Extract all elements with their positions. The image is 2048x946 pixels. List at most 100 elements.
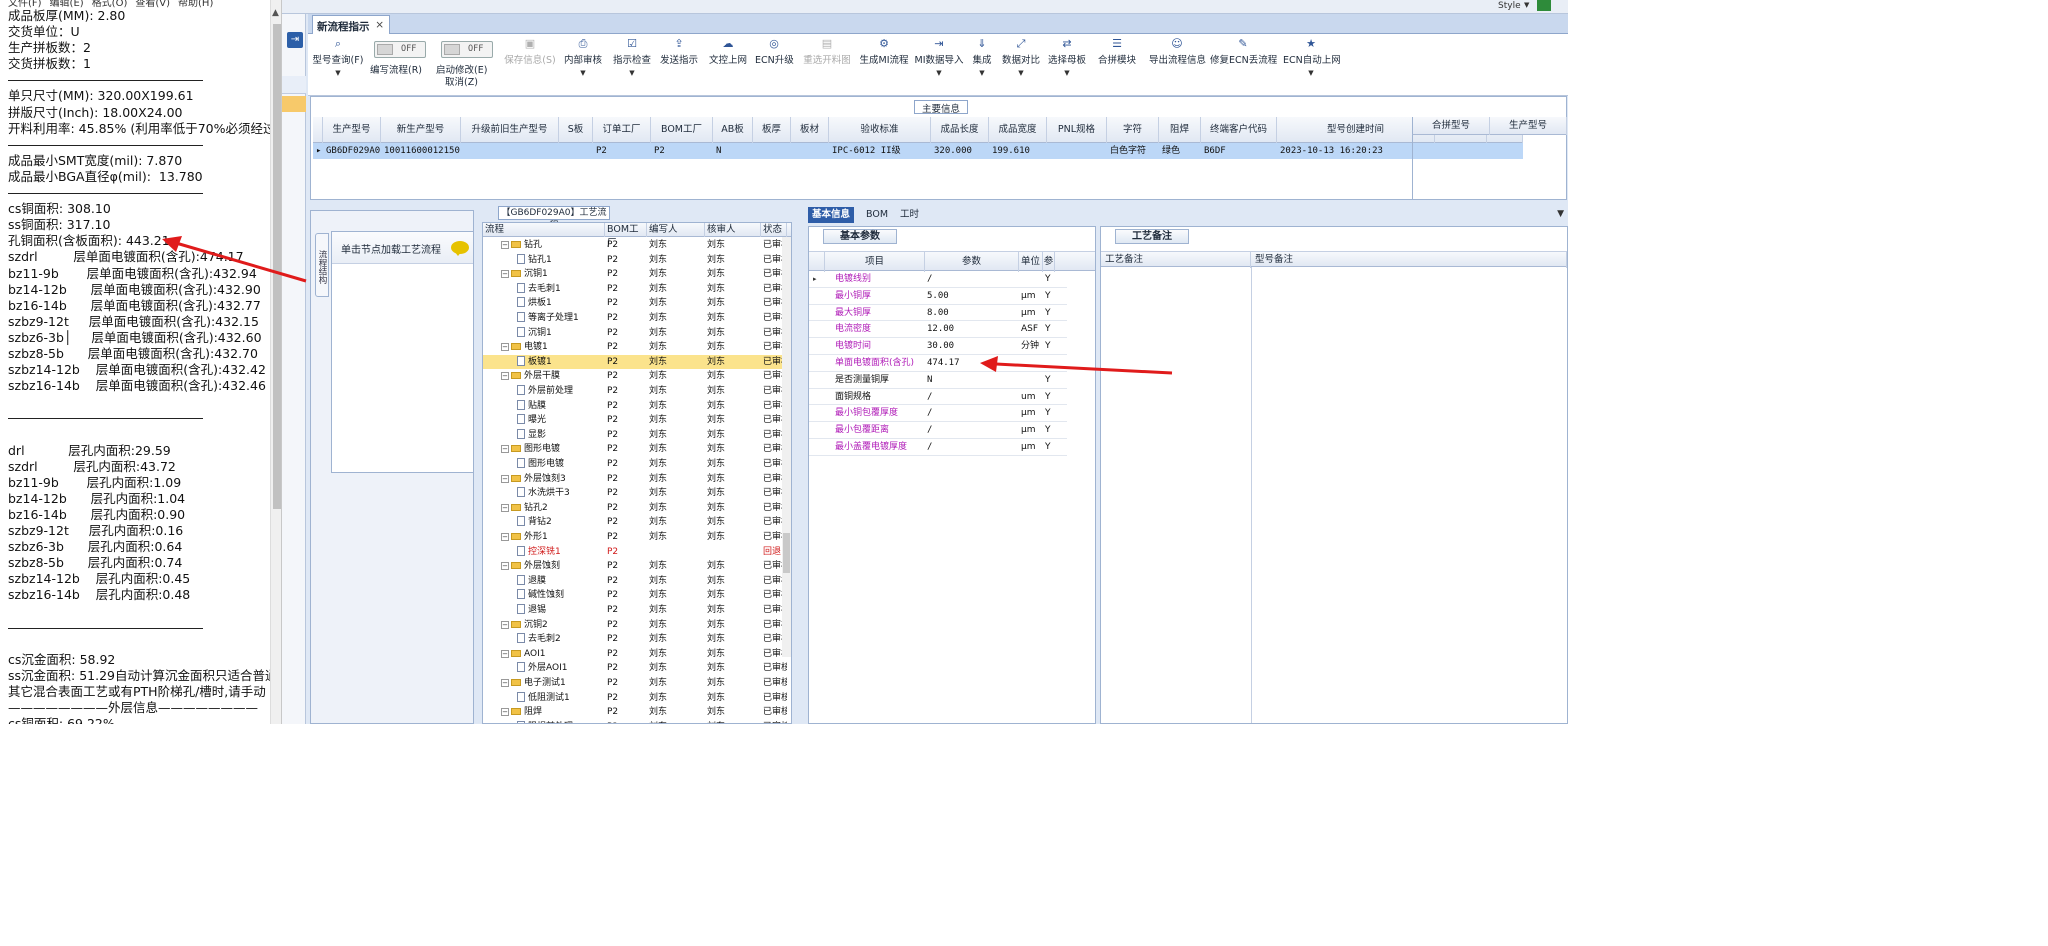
tree-row[interactable]: 碱性蚀刻P2刘东刘东已审核 [483,588,787,603]
tree-node[interactable]: 显影 [517,428,546,443]
tree-row[interactable]: −图形电镀P2刘东刘东已审核 [483,442,787,457]
column-header[interactable]: 字符 [1107,117,1159,143]
tree-row[interactable]: − 电子测试1 P2 刘东 刘东 已审核 [483,676,787,691]
param-row[interactable]: 最大铜厚 8.00 μm Y [809,305,1067,322]
table-cell[interactable]: 199.610 [989,143,1047,159]
column-header[interactable]: 成品宽度 [989,117,1047,143]
tree-row[interactable]: 去毛刺2P2刘东刘东已审核 [483,632,787,647]
scrollbar-thumb[interactable] [273,24,281,509]
param-row[interactable]: 是否测量铜厚 N Y [809,372,1067,389]
tree-row[interactable]: −外层干膜P2刘东刘东已审核 [483,369,787,384]
tree-node[interactable]: − 外层干膜 [501,369,560,384]
tree-node[interactable]: − 外层蚀刻 [501,559,560,574]
table-cell[interactable] [753,143,791,159]
table-cell[interactable]: GB6DF029A0 [323,143,381,159]
column-header[interactable]: 生产型号 [323,117,381,143]
collapse-icon[interactable]: − [501,241,509,249]
tree-node[interactable]: 外层AOI1 [517,661,567,676]
table-cell[interactable]: 白色字符 [1107,143,1159,159]
tree-row[interactable]: −电镀1P2刘东刘东已审核 [483,340,787,355]
tree-row[interactable]: 图形电镀P2刘东刘东已审核 [483,457,787,472]
tree-node[interactable]: − 钻孔 [501,238,542,253]
tree-node[interactable]: − 外形1 [501,530,548,545]
process-notes-header[interactable]: 工艺备注 [1115,229,1189,244]
column-header[interactable]: 编写人 [647,223,705,237]
nav-tab[interactable] [282,76,306,94]
scrollbar-thumb[interactable] [783,533,790,573]
tree-row[interactable]: 曝光P2刘东刘东已审核 [483,413,787,428]
tree-row[interactable]: 烘板1P2刘东刘东已审核 [483,296,787,311]
tree-row[interactable]: 退锡P2刘东刘东已审核 [483,603,787,618]
param-value[interactable]: 12.00 [927,321,1019,337]
tree-node[interactable]: − 电子测试1 [501,676,566,691]
param-row[interactable]: 最小盖覆电镀厚度 / μm Y [809,439,1067,456]
column-header[interactable]: BOM工厂 [605,223,647,249]
column-header[interactable]: 核审人 [705,223,761,237]
table-cell[interactable]: N [713,143,753,159]
tree-node[interactable]: − AOI1 [501,647,545,662]
param-row[interactable]: 单面电镀面积(含孔) 474.17 [809,355,1067,372]
param-row[interactable]: 最小包覆距离 / μm Y [809,422,1067,439]
column-header[interactable]: 新生产型号 [381,117,461,143]
param-value[interactable]: 474.17 [927,355,1019,371]
tree-node[interactable]: 阻焊前处理 [517,720,573,723]
table-cell[interactable]: 320.000 [931,143,989,159]
flow-scrollbar[interactable] [782,237,791,657]
nav-tab-active[interactable] [282,96,306,112]
chevron-down-icon[interactable]: ▼ [1557,209,1564,219]
column-header[interactable]: 板材 [791,117,829,143]
toolbar-button-4[interactable]: ⇪ 发送指示 [658,36,700,92]
chevron-down-icon[interactable]: ▼ [1283,69,1339,77]
tab-new-process[interactable]: 新流程指示 × [312,15,390,35]
tree-row[interactable]: 贴膜P2刘东刘东已审核 [483,399,787,414]
table-row[interactable]: ▸ GB6DF029A0 10011600012150 P2 P2 N IPC-6012 I… [313,143,1523,159]
tree-node[interactable]: 板镀1 [517,355,552,370]
column-header[interactable]: 参 [1043,252,1055,272]
toolbar-button-12[interactable]: ⇄ 选择母板 ▼ [1046,36,1088,92]
tab-1[interactable]: BOM [862,207,892,223]
column-header[interactable]: 升级前旧生产型号 [461,117,559,143]
tree-node[interactable]: 退膜 [517,574,546,589]
tree-row[interactable]: 去毛刺1P2刘东刘东已审核 [483,282,787,297]
toggle-start-modify[interactable]: OFF [441,41,493,58]
collapse-icon[interactable]: − [501,474,509,483]
toolbar-button-14[interactable]: ☺ 导出流程信息 [1149,36,1206,92]
toolbar-button-11[interactable]: ⤢ 数据对比 ▼ [1001,36,1041,92]
column-header[interactable]: 单位 [1019,252,1043,272]
column-header[interactable]: BOM工厂 [651,117,713,143]
column-header[interactable]: 参数 [925,252,1019,272]
tab-2[interactable]: 工时 [896,207,923,223]
vertical-scrollbar[interactable]: ▲ [270,0,281,724]
tree-row[interactable]: −AOI1P2刘东刘东已审核 [483,647,787,662]
param-value[interactable]: / [927,422,1019,438]
tree-node[interactable]: 烘板1 [517,296,552,311]
chevron-down-icon[interactable]: ▼ [612,69,652,77]
tree-row[interactable]: 背钻2P2刘东刘东已审核 [483,515,787,530]
toolbar-button-3[interactable]: ☑ 指示检查 ▼ [612,36,652,92]
toolbar-button-5[interactable]: ☁ 文控上网 [708,36,748,92]
toolbar-button-9[interactable]: ⇥ MI数据导入 ▼ [914,36,964,92]
tree-node[interactable]: 低阻测试1 [517,691,570,706]
tree-node[interactable]: − 阻焊 [501,705,542,720]
param-row[interactable]: 电流密度 12.00 ASF Y [809,321,1067,339]
param-value[interactable]: 30.00 [927,338,1019,354]
tree-row[interactable]: 控深铣1 P2 回退 [483,545,787,560]
tree-row[interactable]: −沉铜1P2刘东刘东已审核 [483,267,787,282]
tree-row[interactable]: 显影P2刘东刘东已审核 [483,428,787,443]
cancel-label[interactable]: 取消(Z) [445,74,478,88]
excel-icon[interactable] [1537,0,1551,11]
tree-node[interactable]: − 钻孔2 [501,501,548,516]
table-cell[interactable] [791,143,829,159]
tree-node[interactable]: 去毛刺2 [517,632,561,647]
tree-row[interactable]: −外形1P2刘东刘东已审核 [483,530,787,545]
tree-node[interactable]: 钻孔1 [517,253,552,268]
tree-row[interactable]: 钻孔1P2刘东刘东已审核 [483,253,787,268]
tree-node[interactable]: 控深铣1 [517,545,561,560]
table-cell[interactable] [559,143,593,159]
collapse-icon[interactable]: − [501,620,509,629]
param-row[interactable]: 最小铜厚 5.00 μm Y [809,288,1067,305]
toolbar-button-15[interactable]: ✎ 修复ECN丢流程 [1210,36,1277,92]
table-cell[interactable]: P2 [593,143,651,159]
column-header[interactable]: S板 [559,117,593,143]
tree-node[interactable]: 退锡 [517,603,546,618]
